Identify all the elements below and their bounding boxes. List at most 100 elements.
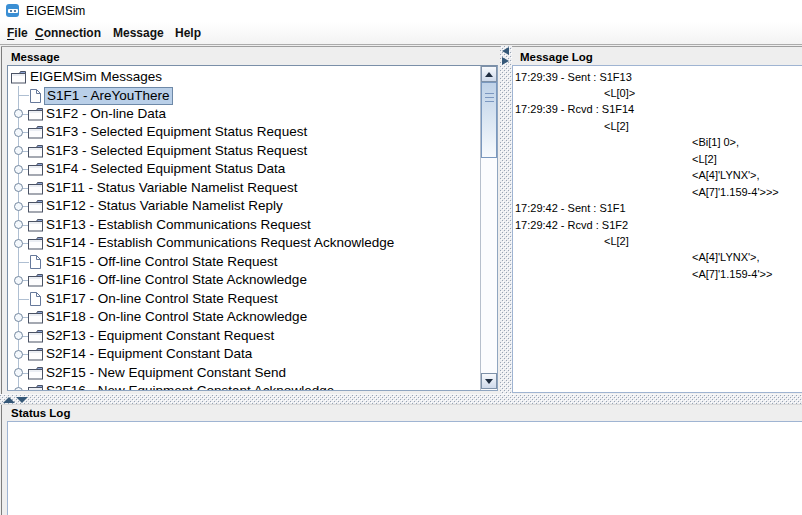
tree-item-label[interactable]: S1F3 - Selected Equipment Status Request: [43, 142, 310, 161]
tree-item-label[interactable]: S1F4 - Selected Equipment Status Data: [43, 160, 288, 179]
tree-item-label[interactable]: S2F15 - New Equipment Constant Send: [43, 364, 289, 383]
scroll-down-button[interactable]: [481, 373, 497, 389]
tree-item-label[interactable]: S1F11 - Status Variable Namelist Request: [43, 179, 301, 198]
tree-item-label[interactable]: S1F15 - Off-line Control State Request: [43, 253, 281, 272]
log-line: <A[4]'LYNX'>,: [692, 251, 760, 263]
menu-help[interactable]: Help: [175, 22, 201, 44]
status-log-panel-title: Status Log: [11, 407, 70, 419]
tree-item-label[interactable]: S2F16 - New Equipment Constant Acknowled…: [43, 382, 337, 391]
message-tree[interactable]: EIGEMSim MessagesS1F1 - AreYouThereS1F2 …: [7, 65, 498, 391]
log-line: <L[2]: [692, 153, 717, 165]
tree-vertical-scrollbar[interactable]: [480, 66, 497, 390]
tree-expand-handle-icon[interactable]: [14, 128, 23, 137]
arrow-down-icon: [485, 379, 493, 384]
status-panel-top-border: [1, 404, 802, 405]
folder-icon: [28, 107, 44, 125]
tree-expand-handle-icon[interactable]: [14, 331, 23, 340]
split-collapse-left-icon[interactable]: [502, 47, 509, 55]
tree-expand-handle-icon[interactable]: [14, 313, 23, 322]
tree-expand-handle-icon[interactable]: [14, 350, 23, 359]
menu-message[interactable]: Message: [113, 22, 164, 44]
log-line: <A[4]'LYNX'>,: [692, 169, 760, 181]
tree-expand-handle-icon[interactable]: [14, 109, 23, 118]
tree-item-label[interactable]: S1F17 - On-line Control State Request: [43, 290, 281, 309]
message-log-area[interactable]: 17:29:39 - Sent : S1F13<L[0]>17:29:39 - …: [512, 65, 802, 393]
tree-row[interactable]: S2F14 - Equipment Constant Data: [8, 345, 497, 364]
scrollbar-thumb[interactable]: [481, 82, 497, 158]
folder-icon: [28, 218, 44, 236]
horizontal-split-divider[interactable]: [0, 394, 802, 404]
tree-row[interactable]: S2F13 - Equipment Constant Request: [8, 327, 497, 346]
tree-row[interactable]: S1F2 - On-line Data: [8, 105, 497, 124]
tree-row[interactable]: S1F14 - Establish Communications Request…: [8, 234, 497, 253]
folder-icon: [28, 236, 44, 254]
folder-icon: [28, 366, 44, 384]
tree-item-label[interactable]: S1F12 - Status Variable Namelist Reply: [43, 197, 286, 216]
log-line: 17:29:39 - Rcvd : S1F14: [515, 103, 634, 115]
tree-item-label[interactable]: S1F18 - On-line Control State Acknowledg…: [43, 308, 310, 327]
message-log-panel-title: Message Log: [520, 51, 593, 63]
scrollbar-grip: [485, 93, 494, 104]
tree-item-label[interactable]: EIGEMSim Messages: [27, 68, 165, 87]
folder-icon: [28, 181, 44, 199]
tree-row[interactable]: S2F15 - New Equipment Constant Send: [8, 364, 497, 383]
split-collapse-down-icon[interactable]: [16, 397, 28, 403]
tree-row[interactable]: S1F18 - On-line Control State Acknowledg…: [8, 308, 497, 327]
log-line: 17:29:42 - Rcvd : S1F2: [515, 219, 628, 231]
tree-row[interactable]: S1F3 - Selected Equipment Status Request: [8, 123, 497, 142]
menu-file[interactable]: File: [7, 22, 28, 44]
log-line: 17:29:42 - Sent : S1F1: [515, 202, 626, 214]
tree-row[interactable]: S1F11 - Status Variable Namelist Request: [8, 179, 497, 198]
tree-row[interactable]: S1F15 - Off-line Control State Request: [8, 253, 497, 272]
folder-icon: [28, 310, 44, 328]
menu-connection[interactable]: Connection: [35, 22, 101, 44]
tree-row[interactable]: S1F12 - Status Variable Namelist Reply: [8, 197, 497, 216]
folder-icon: [28, 273, 44, 291]
tree-expand-handle-icon[interactable]: [14, 276, 23, 285]
vertical-split-divider[interactable]: [500, 46, 512, 394]
panel-top-border: [1, 46, 802, 47]
tree-row[interactable]: S2F16 - New Equipment Constant Acknowled…: [8, 382, 497, 391]
folder-icon: [11, 70, 27, 88]
folder-icon: [28, 199, 44, 217]
tree-item-label[interactable]: S1F3 - Selected Equipment Status Request: [43, 123, 310, 142]
split-collapse-right-icon[interactable]: [502, 57, 509, 65]
folder-icon: [28, 144, 44, 162]
tree-expand-handle-icon[interactable]: [14, 368, 23, 377]
log-line: <A[7]'1.159-4'>>: [692, 268, 772, 280]
tree-connector-line: [18, 299, 29, 300]
tree-expand-handle-icon[interactable]: [14, 146, 23, 155]
log-line: <L[2]: [604, 235, 629, 247]
tree-item-label[interactable]: S2F13 - Equipment Constant Request: [43, 327, 277, 346]
tree-item-label[interactable]: S1F2 - On-line Data: [43, 105, 169, 124]
tree-root-row[interactable]: EIGEMSim Messages: [8, 68, 497, 87]
tree-expand-handle-icon[interactable]: [14, 183, 23, 192]
tree-row[interactable]: S1F13 - Establish Communications Request: [8, 216, 497, 235]
split-collapse-up-icon[interactable]: [3, 397, 15, 403]
tree-expand-handle-icon[interactable]: [14, 387, 23, 392]
menu-bar: File Connection Message Help: [0, 22, 802, 45]
tree-expand-handle-icon[interactable]: [14, 239, 23, 248]
window-left-border: [1, 46, 2, 515]
window-title: EIGEMSim: [26, 0, 85, 22]
scroll-up-button[interactable]: [481, 66, 497, 82]
tree-expand-handle-icon[interactable]: [14, 165, 23, 174]
tree-row[interactable]: S1F3 - Selected Equipment Status Request: [8, 142, 497, 161]
log-line: 17:29:39 - Sent : S1F13: [515, 71, 632, 83]
tree-item-label[interactable]: S1F1 - AreYouThere: [44, 87, 173, 106]
folder-icon: [28, 162, 44, 180]
tree-item-label[interactable]: S1F13 - Establish Communications Request: [43, 216, 314, 235]
tree-row[interactable]: S1F17 - On-line Control State Request: [8, 290, 497, 309]
log-line: <L[2]: [604, 120, 629, 132]
app-icon: [6, 4, 19, 17]
tree-item-label[interactable]: S2F14 - Equipment Constant Data: [43, 345, 255, 364]
status-log-area[interactable]: [7, 421, 802, 515]
tree-row[interactable]: S1F16 - Off-line Control State Acknowled…: [8, 271, 497, 290]
tree-expand-handle-icon[interactable]: [14, 220, 23, 229]
tree-expand-handle-icon[interactable]: [14, 202, 23, 211]
tree-row[interactable]: S1F1 - AreYouThere: [8, 86, 497, 105]
tree-item-label[interactable]: S1F16 - Off-line Control State Acknowled…: [43, 271, 310, 290]
title-bar: EIGEMSim: [0, 0, 802, 22]
tree-item-label[interactable]: S1F14 - Establish Communications Request…: [43, 234, 397, 253]
tree-row[interactable]: S1F4 - Selected Equipment Status Data: [8, 160, 497, 179]
